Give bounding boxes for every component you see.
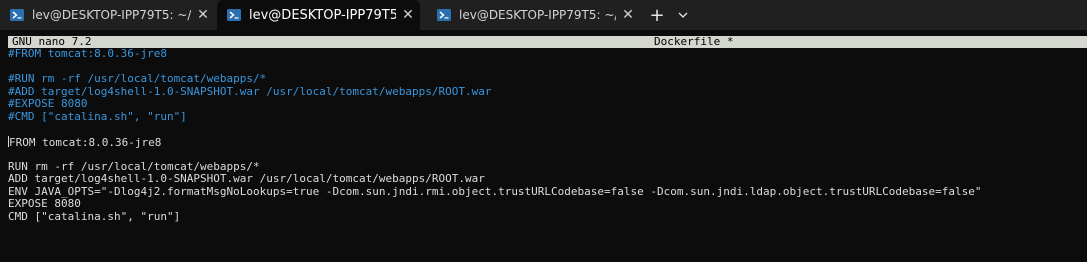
- tab-title: lev@DESKTOP-IPP79T5: ~/log4: [459, 8, 616, 22]
- editor-content[interactable]: #FROM tomcat:8.0.36-jre8 #RUN rm -rf /usr…: [8, 47, 982, 223]
- tab-3[interactable]: lev@DESKTOP-IPP79T5: ~/log4 ✕: [427, 0, 640, 30]
- code-line: #CMD ["catalina.sh", "run"]: [8, 109, 187, 123]
- code-line: EXPOSE 8080: [8, 197, 81, 210]
- tab-dropdown-button[interactable]: [674, 0, 692, 30]
- tab-title: lev@DESKTOP-IPP79T5: ~/log4: [32, 8, 191, 22]
- powershell-icon: [437, 9, 451, 21]
- new-tab-button[interactable]: +: [647, 0, 667, 30]
- code-line: ENV JAVA_OPTS="-Dlog4j2.formatMsgNoLooku…: [8, 184, 982, 198]
- close-tab-icon[interactable]: ✕: [616, 7, 640, 23]
- chevron-down-icon: [678, 12, 688, 18]
- close-tab-icon[interactable]: ✕: [191, 7, 215, 23]
- code-line: ADD target/log4shell-1.0-SNAPSHOT.war /u…: [8, 172, 485, 185]
- close-tab-icon[interactable]: ✕: [396, 7, 420, 23]
- code-line-cursor: FROM tomcat:8.0.36-jre8: [8, 135, 982, 149]
- code-line: #EXPOSE 8080: [8, 97, 88, 110]
- code-line: CMD ["catalina.sh", "run"]: [8, 209, 181, 223]
- code-line: #ADD target/log4shell-1.0-SNAPSHOT.war /…: [8, 84, 492, 98]
- nano-title-bar: GNU nano 7.2 Dockerfile *: [8, 36, 1087, 48]
- code-line-text: FROM tomcat:8.0.36-jre8: [9, 135, 162, 149]
- tab-bar: lev@DESKTOP-IPP79T5: ~/log4 ✕ lev@DESKTO…: [0, 0, 1087, 30]
- tab-1[interactable]: lev@DESKTOP-IPP79T5: ~/log4 ✕: [0, 0, 215, 30]
- code-line: #RUN rm -rf /usr/local/tomcat/webapps/*: [8, 72, 267, 85]
- powershell-icon: [10, 9, 24, 21]
- nano-filename: Dockerfile *: [654, 35, 734, 48]
- tab-title: lev@DESKTOP-IPP79T5: ~/log: [249, 7, 396, 23]
- tab-2-active[interactable]: lev@DESKTOP-IPP79T5: ~/log ✕: [217, 0, 420, 30]
- powershell-icon: [227, 9, 241, 21]
- code-line: #FROM tomcat:8.0.36-jre8: [8, 47, 167, 60]
